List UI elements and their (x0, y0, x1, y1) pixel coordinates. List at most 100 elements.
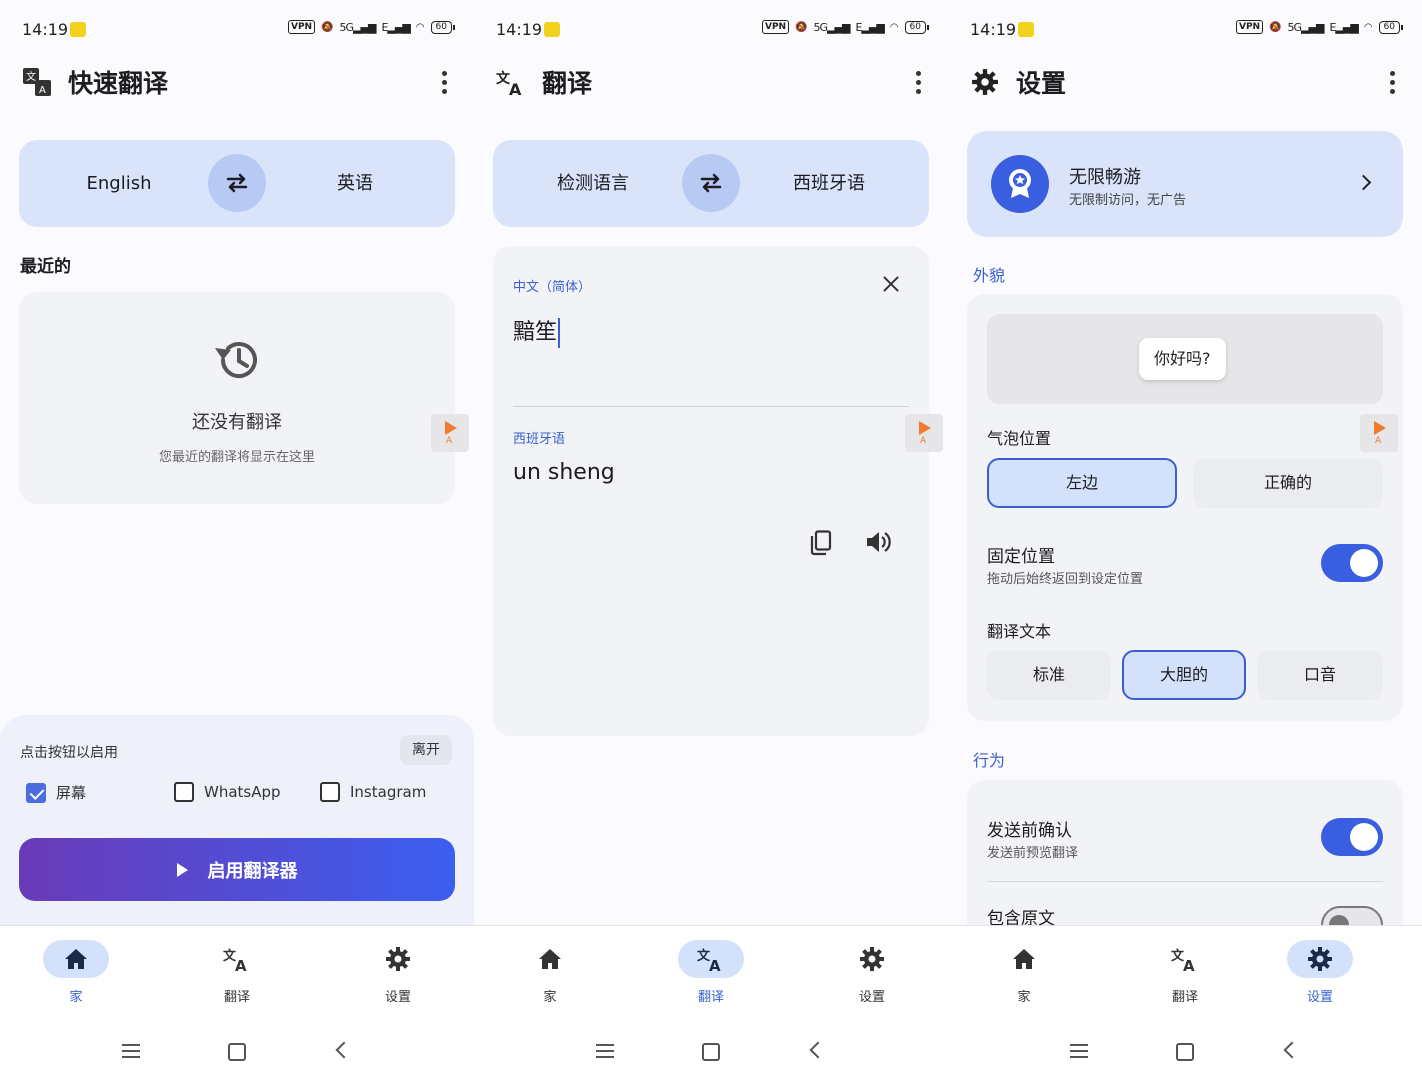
more-options-icon[interactable] (1382, 68, 1402, 96)
vpn-icon: VPN (288, 20, 316, 34)
home-button[interactable] (1176, 1043, 1194, 1061)
source-text: 黯笙 (513, 320, 558, 345)
nav-translate[interactable]: 文A 翻译 (187, 940, 287, 1005)
appearance-card: 你好吗? 气泡位置 左边 正确的 固定位置 拖动后始终返回到设定位置 翻译文本 … (967, 294, 1403, 721)
premium-badge-icon (991, 155, 1049, 213)
translation-card: 中文（简体） 黯笙 西班牙语 un sheng (493, 246, 929, 736)
leave-button[interactable]: 离开 (400, 735, 452, 765)
target-language-button[interactable]: 英语 (275, 140, 435, 227)
nav-home[interactable]: 家 (974, 940, 1074, 1005)
checkbox-screen[interactable]: 屏幕 (26, 782, 86, 803)
premium-banner[interactable]: 无限畅游 无限制访问，无广告 (967, 131, 1403, 237)
nav-settings[interactable]: 设置 (822, 940, 922, 1005)
status-bar: 14:19 VPN 🔕 5G▂▄▆ E▂▄▆ ◠ 60 (0, 0, 474, 60)
confirm-before-send-sub: 发送前预览翻译 (987, 846, 1079, 861)
checkbox-instagram[interactable]: Instagram (320, 782, 426, 802)
enable-translator-label: 启用翻译器 (207, 860, 298, 882)
floating-ad-button[interactable]: A (905, 414, 943, 452)
home-screen: 14:19 VPN 🔕 5G▂▄▆ E▂▄▆ ◠ 60 文A 快速翻译 Engl… (0, 0, 474, 1080)
divider (513, 406, 909, 407)
nav-home-label: 家 (69, 990, 83, 1005)
text-style-accent[interactable]: 口音 (1257, 650, 1383, 700)
home-icon (517, 940, 583, 978)
gear-icon (1287, 940, 1353, 978)
bubble-preview: 你好吗? (987, 314, 1383, 404)
app-header: 文A 翻译 (494, 62, 928, 102)
checkbox-whatsapp[interactable]: WhatsApp (174, 782, 281, 802)
page-title: 快速翻译 (68, 69, 169, 98)
nav-settings-label: 设置 (384, 990, 411, 1005)
position-right-option[interactable]: 正确的 (1193, 458, 1383, 508)
svg-text:A: A (39, 85, 46, 96)
checkbox-whatsapp-box[interactable] (174, 782, 194, 802)
mute-icon: 🔕 (1269, 21, 1282, 33)
network-type: 5G (339, 20, 354, 34)
fixed-position-label: 固定位置 (987, 547, 1055, 567)
source-text-input[interactable]: 黯笙 (513, 314, 561, 348)
nav-settings-label: 设置 (858, 990, 885, 1005)
notification-icon (544, 22, 560, 37)
fixed-position-toggle[interactable] (1321, 544, 1383, 582)
clear-input-icon[interactable] (883, 276, 899, 292)
home-button[interactable] (228, 1043, 246, 1061)
floating-ad-button[interactable]: A (431, 414, 469, 452)
nav-home-label: 家 (1017, 990, 1031, 1005)
nav-home[interactable]: 家 (26, 940, 126, 1005)
source-language-button[interactable]: English (39, 140, 199, 227)
divider (987, 881, 1383, 882)
text-caret (558, 318, 561, 348)
floating-ad-button[interactable]: A (1360, 414, 1398, 452)
status-time: 14:19 (22, 20, 69, 39)
translate-icon: 文A (1152, 940, 1218, 978)
swap-icon (700, 173, 722, 193)
confirm-before-send-toggle[interactable] (1321, 818, 1383, 856)
copy-icon[interactable] (809, 530, 833, 556)
app-logo-icon: 文A (20, 65, 54, 99)
position-left-option[interactable]: 左边 (987, 458, 1177, 508)
checkbox-screen-box[interactable] (26, 782, 46, 803)
language-selector: 检测语言 西班牙语 (493, 140, 929, 227)
play-icon (176, 862, 188, 877)
more-options-icon[interactable] (908, 68, 928, 96)
notification-icon (1018, 22, 1034, 37)
mute-icon: 🔕 (321, 21, 334, 33)
nav-translate[interactable]: 文A 翻译 (661, 940, 761, 1005)
nav-settings[interactable]: 设置 (1270, 940, 1370, 1005)
svg-text:A: A (509, 80, 522, 96)
source-language-button[interactable]: 检测语言 (513, 140, 673, 227)
nav-home[interactable]: 家 (500, 940, 600, 1005)
target-language-button[interactable]: 西班牙语 (749, 140, 909, 227)
system-nav (948, 1038, 1422, 1064)
back-button[interactable] (335, 1041, 353, 1059)
nav-translate-label: 翻译 (1171, 990, 1198, 1005)
ad-badge: A (446, 436, 453, 446)
nav-settings[interactable]: 设置 (348, 940, 448, 1005)
play-icon (919, 421, 931, 435)
system-nav (474, 1038, 948, 1064)
premium-subtitle: 无限制访问，无广告 (1069, 193, 1187, 208)
text-style-standard[interactable]: 标准 (987, 650, 1111, 700)
swap-languages-button[interactable] (208, 154, 266, 212)
more-options-icon[interactable] (434, 68, 454, 96)
nav-settings-label: 设置 (1306, 990, 1333, 1005)
play-icon (1374, 421, 1386, 435)
swap-languages-button[interactable] (682, 154, 740, 212)
recent-apps-button[interactable] (1070, 1044, 1088, 1058)
network-type: 5G (813, 20, 828, 34)
checkbox-instagram-box[interactable] (320, 782, 340, 802)
text-style-bold[interactable]: 大胆的 (1122, 650, 1246, 700)
nav-translate-label: 翻译 (697, 990, 724, 1005)
back-button[interactable] (809, 1041, 827, 1059)
translate-icon: 文A (678, 940, 744, 978)
recent-apps-button[interactable] (122, 1044, 140, 1058)
back-button[interactable] (1283, 1041, 1301, 1059)
behavior-heading: 行为 (973, 751, 1006, 770)
toggle-knob (1350, 549, 1378, 577)
recent-apps-button[interactable] (596, 1044, 614, 1058)
wifi-icon: ◠ (415, 21, 425, 33)
nav-translate[interactable]: 文A 翻译 (1135, 940, 1235, 1005)
preview-bubble: 你好吗? (1139, 338, 1226, 380)
home-button[interactable] (702, 1043, 720, 1061)
enable-translator-button[interactable]: 启用翻译器 (19, 838, 455, 901)
speaker-icon[interactable] (865, 530, 891, 554)
